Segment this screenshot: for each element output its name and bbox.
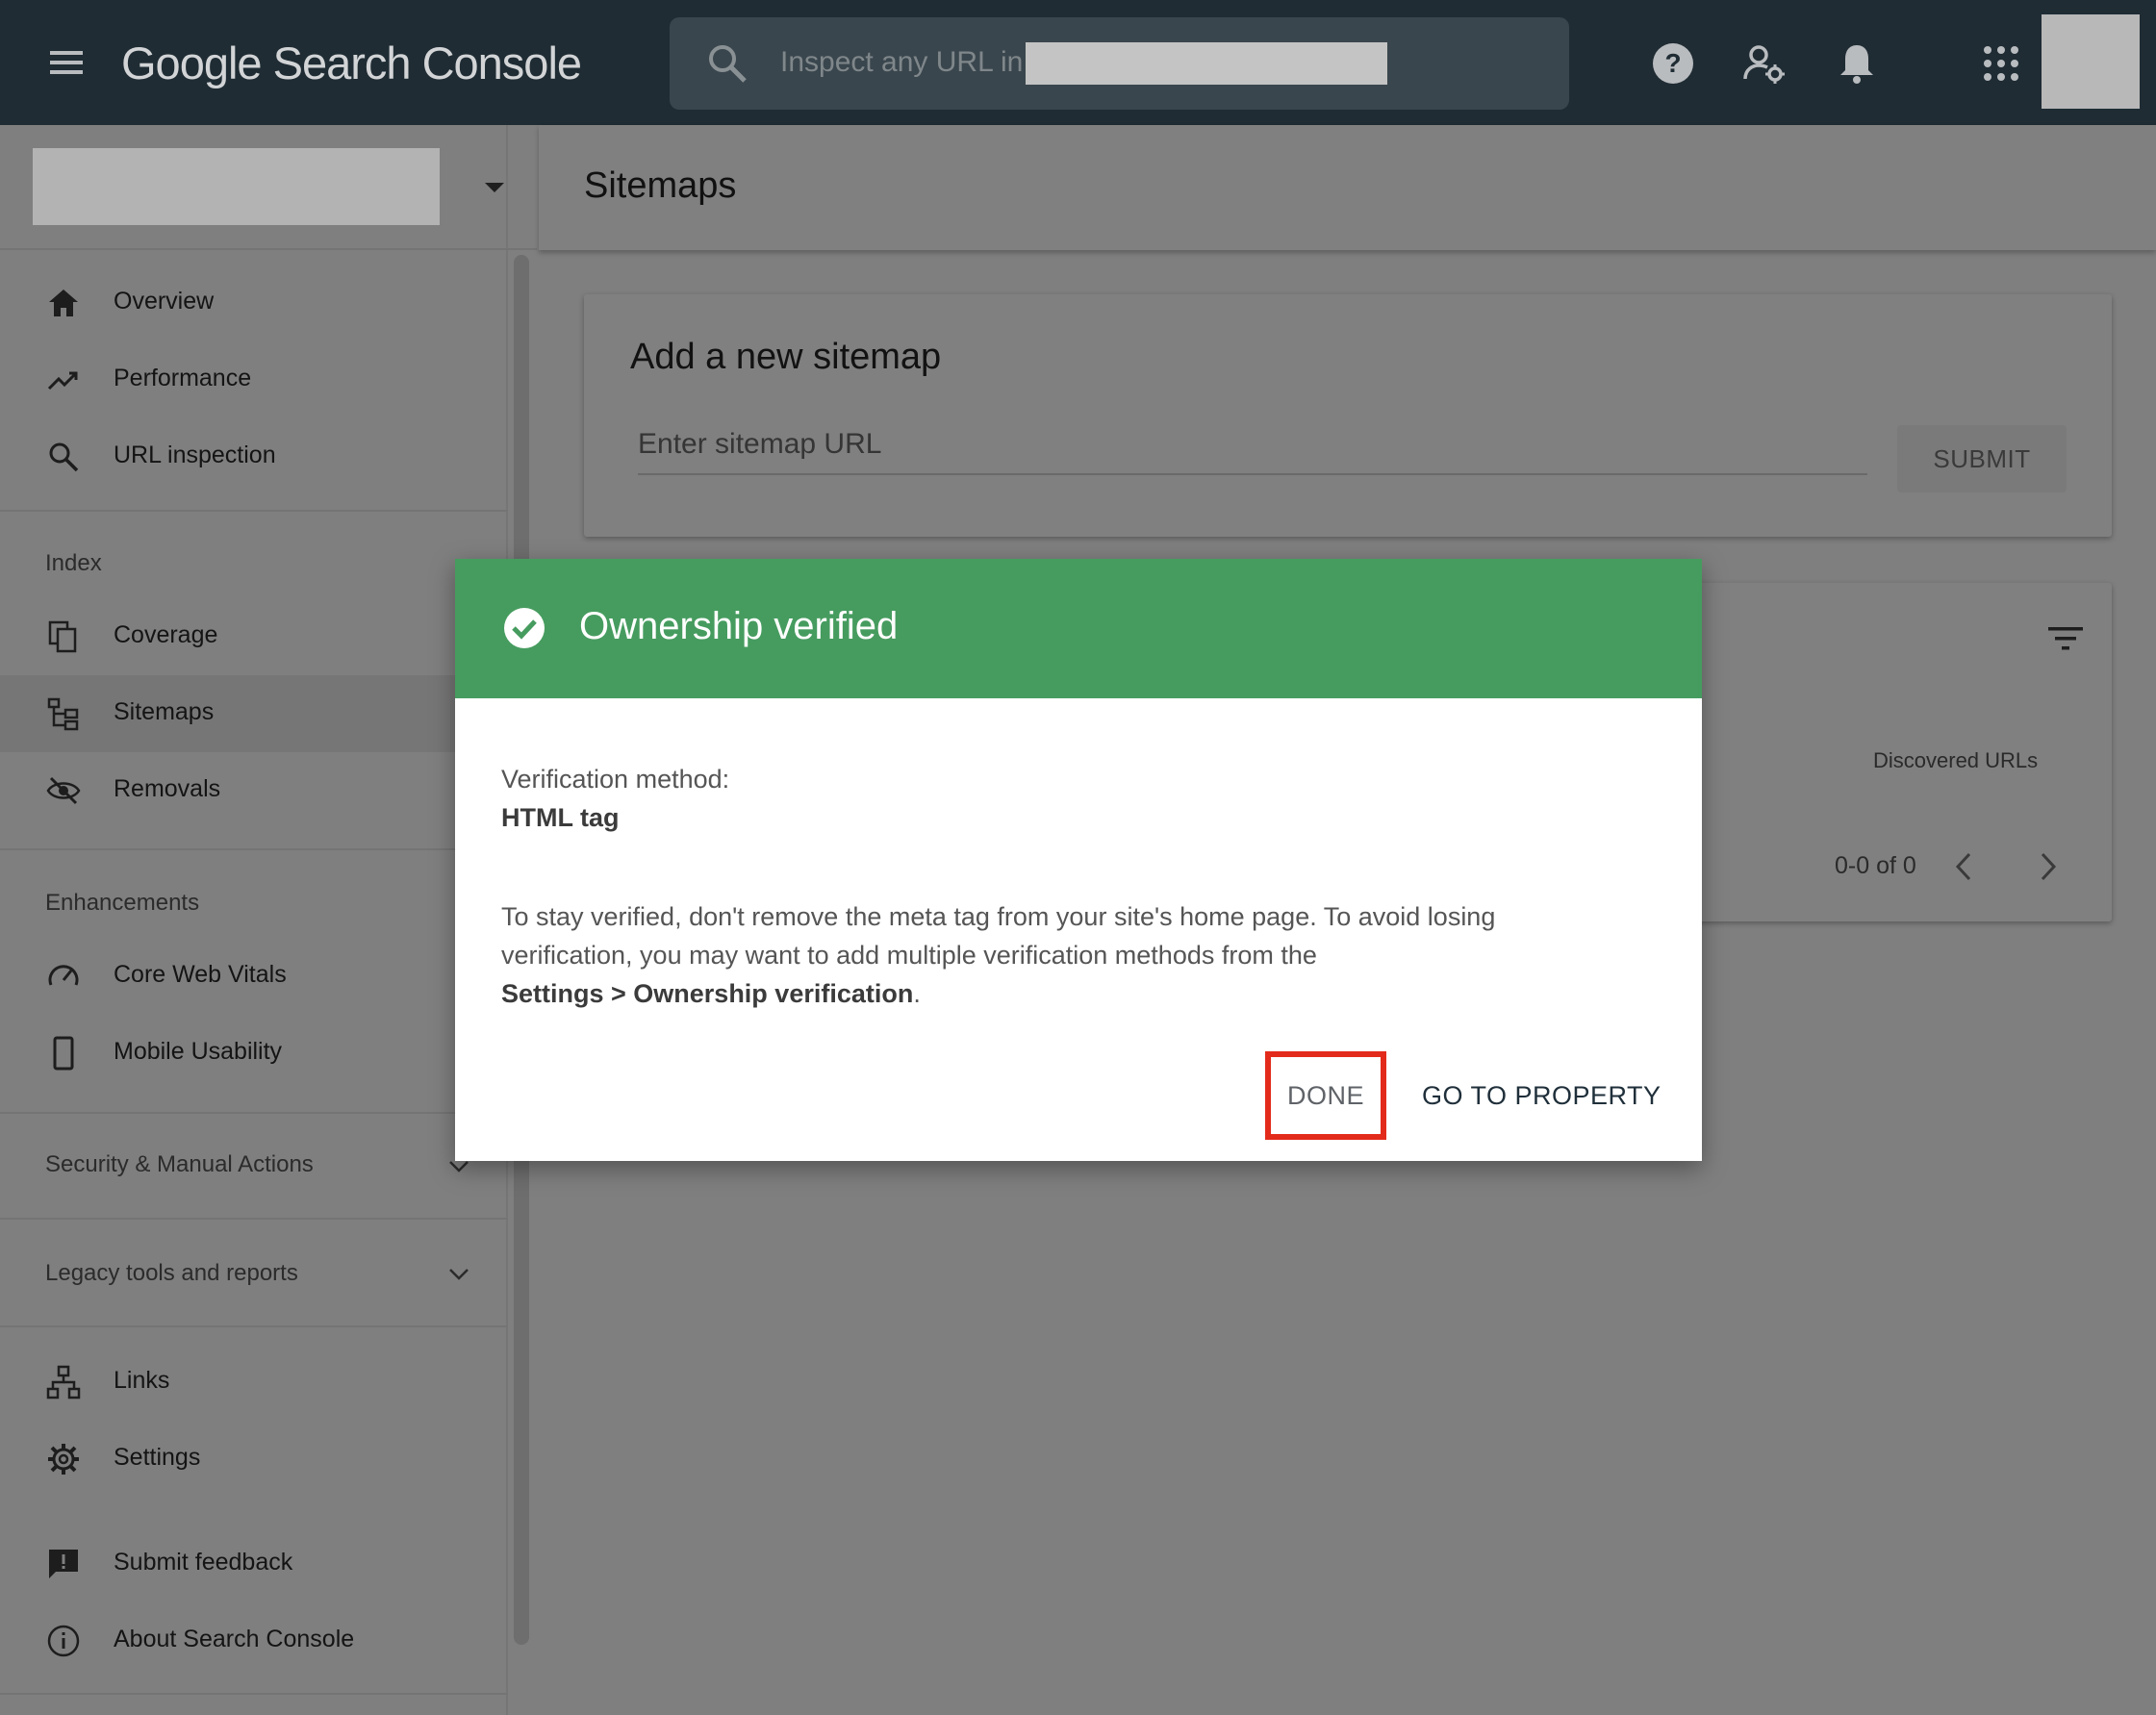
sidebar-item-label: About Search Console xyxy=(114,1626,355,1652)
account-avatar[interactable] xyxy=(2042,14,2140,109)
section-header-enhancements[interactable]: Enhancements xyxy=(45,890,199,917)
page-title: Sitemaps xyxy=(584,165,737,206)
sidebar-item-label: Settings xyxy=(114,1444,201,1471)
settings-path-text: Settings > Ownership verification xyxy=(501,979,914,1008)
phone-icon xyxy=(53,1036,74,1071)
sidebar-item-links[interactable]: Links xyxy=(0,1344,508,1421)
sidebar-item-label: Mobile Usability xyxy=(114,1038,283,1065)
chevron-left-icon[interactable] xyxy=(1952,850,1975,883)
submit-button[interactable]: SUBMIT xyxy=(1897,425,2067,492)
go-to-property-button[interactable]: GO TO PROPERTY xyxy=(1422,1051,1661,1140)
sidebar-item-label: Links xyxy=(114,1367,170,1394)
url-inspection-search[interactable]: Inspect any URL in xyxy=(670,17,1569,110)
chevron-down-icon[interactable] xyxy=(448,1268,469,1281)
trending-up-icon xyxy=(47,371,78,391)
sidebar-item-label: Sitemaps xyxy=(114,698,215,725)
section-header-index[interactable]: Index xyxy=(45,550,102,577)
sidebar-item-label: Performance xyxy=(114,365,252,391)
filter-icon[interactable] xyxy=(2046,625,2085,652)
gear-icon xyxy=(48,1444,79,1475)
sidebar-item-submit-feedback[interactable]: Submit feedback xyxy=(0,1526,508,1602)
eye-off-icon xyxy=(46,776,81,805)
info-icon xyxy=(47,1625,80,1657)
home-icon xyxy=(49,290,78,316)
divider xyxy=(0,248,537,250)
property-selector[interactable] xyxy=(33,148,440,225)
section-header-legacy[interactable]: Legacy tools and reports xyxy=(45,1260,298,1287)
property-dropdown-arrow-icon[interactable] xyxy=(485,183,504,192)
pagination-range: 0-0 of 0 xyxy=(1835,852,1916,879)
divider xyxy=(0,848,508,850)
hamburger-menu-icon[interactable] xyxy=(48,48,87,77)
links-icon xyxy=(46,1365,81,1400)
app-logo[interactable]: Google Search Console xyxy=(121,37,582,89)
sidebar-item-label: Submit feedback xyxy=(114,1549,293,1576)
divider xyxy=(0,1693,508,1695)
dialog-title: Ownership verified xyxy=(579,605,899,647)
column-header-discovered-urls[interactable]: Discovered URLs xyxy=(1873,748,2038,773)
sidebar-item-label: Core Web Vitals xyxy=(114,961,287,988)
sitemap-url-input[interactable]: Enter sitemap URL xyxy=(638,422,1867,475)
add-sitemap-card: Add a new sitemap Enter sitemap URL SUBM… xyxy=(584,294,2112,537)
verification-method-label: Verification method: xyxy=(501,765,730,794)
sidebar-item-settings[interactable]: Settings xyxy=(0,1421,508,1498)
sidebar-item-sitemaps[interactable]: Sitemaps xyxy=(0,675,508,752)
section-header-security[interactable]: Security & Manual Actions xyxy=(45,1151,314,1178)
notifications-bell-icon[interactable] xyxy=(1834,40,1880,87)
page-header: Sitemaps xyxy=(539,125,2156,250)
verification-method-value: HTML tag xyxy=(501,803,620,832)
sidebar-item-mobile-usability[interactable]: Mobile Usability xyxy=(0,1015,508,1092)
search-icon xyxy=(709,45,747,83)
sidebar-item-label: Removals xyxy=(114,775,221,802)
help-icon[interactable]: ? xyxy=(1650,40,1696,87)
chevron-down-icon[interactable] xyxy=(448,1160,469,1173)
copy-icon xyxy=(48,620,77,653)
apps-grid-icon[interactable] xyxy=(1978,40,2024,87)
sidebar-item-coverage[interactable]: Coverage xyxy=(0,598,508,675)
dialog-body-line: Settings > Ownership verification. xyxy=(501,979,921,1009)
sidebar-item-label: URL inspection xyxy=(114,441,276,468)
sidebar-nav: Overview Performance URL inspection Inde… xyxy=(0,125,537,1715)
ownership-verified-dialog: Ownership verified Verification method: … xyxy=(455,559,1702,1161)
period-text: . xyxy=(913,979,921,1008)
feedback-icon xyxy=(49,1550,78,1578)
divider xyxy=(0,1325,508,1327)
sidebar-item-label: Coverage xyxy=(114,621,218,648)
chevron-right-icon[interactable] xyxy=(2037,850,2060,883)
gauge-icon xyxy=(48,965,79,986)
sidebar-item-removals[interactable]: Removals xyxy=(0,752,508,829)
sidebar-item-overview[interactable]: Overview xyxy=(0,265,508,341)
sidebar-item-label: Overview xyxy=(114,288,215,315)
redacted-property-name xyxy=(1026,42,1387,85)
sidebar-item-core-web-vitals[interactable]: Core Web Vitals xyxy=(0,938,508,1015)
sidebar-item-about[interactable]: About Search Console xyxy=(0,1602,508,1679)
dialog-body-line: To stay verified, don't remove the meta … xyxy=(501,902,1496,931)
dialog-body-line: verification, you may want to add multip… xyxy=(501,941,1317,970)
user-settings-icon[interactable] xyxy=(1741,40,1788,87)
divider xyxy=(0,1112,508,1114)
dialog-header: Ownership verified xyxy=(455,559,1702,698)
search-input[interactable]: Inspect any URL in xyxy=(780,46,1023,79)
search-icon xyxy=(49,442,79,472)
sitemap-icon xyxy=(47,697,79,731)
sidebar-item-performance[interactable]: Performance xyxy=(0,341,508,418)
divider xyxy=(0,1218,508,1220)
card-title: Add a new sitemap xyxy=(630,337,942,377)
svg-text:?: ? xyxy=(1664,48,1681,78)
check-circle-icon xyxy=(504,608,545,648)
divider xyxy=(0,510,508,512)
sidebar-item-url-inspection[interactable]: URL inspection xyxy=(0,418,508,495)
done-button[interactable]: DONE xyxy=(1265,1051,1386,1140)
top-app-bar: Google Search Console Inspect any URL in… xyxy=(0,0,2156,125)
